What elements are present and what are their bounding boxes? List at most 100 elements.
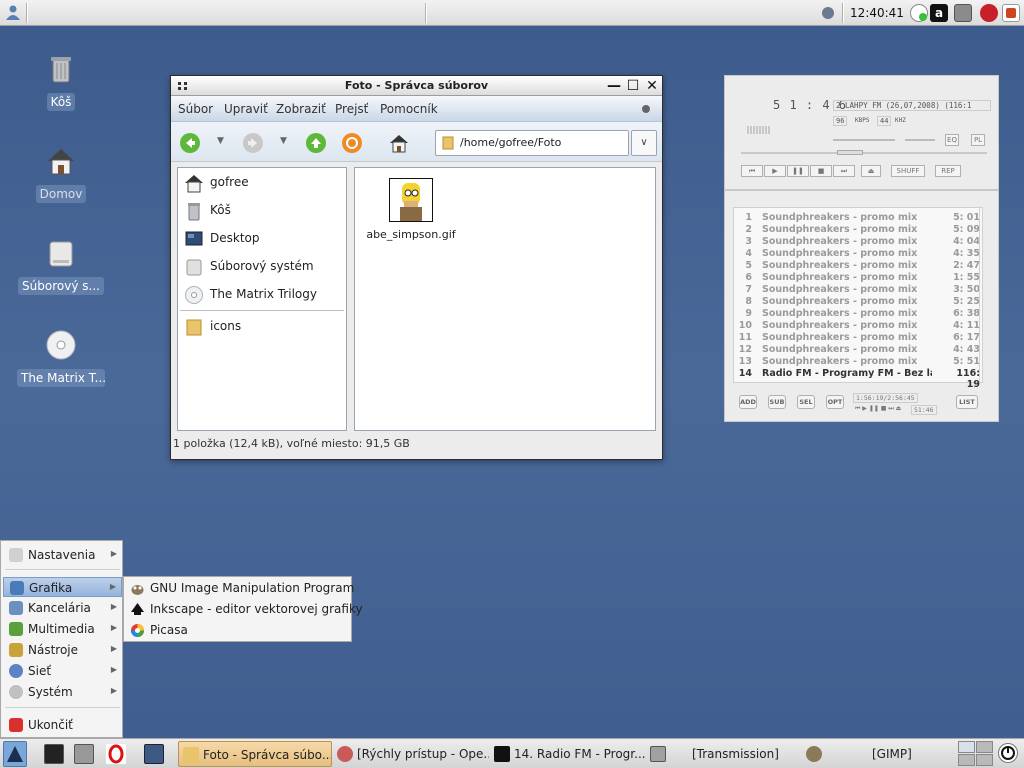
sidebar-item-filesystem[interactable]: Súborový systém	[182, 254, 342, 278]
balance-slider[interactable]	[905, 139, 935, 141]
task-opera[interactable]: [Rýchly prístup - Ope...	[333, 741, 489, 767]
playlist-sel-button[interactable]: SEL	[797, 395, 815, 409]
up-icon[interactable]	[305, 132, 327, 154]
next-button[interactable]: ⏭	[833, 165, 855, 177]
menu-file[interactable]: Súbor	[178, 102, 213, 116]
file-item[interactable]: abe_simpson.gif	[361, 178, 461, 241]
task-audacious[interactable]: 14. Radio FM - Progr...	[490, 741, 645, 767]
menu-item-picasa[interactable]: Picasa	[126, 620, 351, 640]
list-item[interactable]: 13 Soundphreakers - promo mix 5: 51	[734, 356, 984, 368]
playlist-toggle-button[interactable]: PL	[971, 134, 985, 146]
menu-item-multimedia[interactable]: Multimedia ▶	[3, 619, 122, 639]
mail-tray-icon[interactable]	[1002, 4, 1020, 22]
list-item[interactable]: 3 Soundphreakers - promo mix 4: 04	[734, 236, 984, 248]
notification-tray-icon[interactable]	[910, 4, 928, 22]
stop-button[interactable]: ■	[810, 165, 832, 177]
seek-bar[interactable]	[741, 150, 987, 155]
reload-icon[interactable]	[341, 132, 363, 154]
clock[interactable]: 12:40:41	[848, 4, 906, 22]
menu-item-logout[interactable]: Ukončiť	[3, 715, 122, 735]
list-item[interactable]: 1 Soundphreakers - promo mix 5: 01	[734, 212, 984, 224]
forward-icon[interactable]	[242, 132, 264, 154]
desktop-icon-cd[interactable]: The Matrix T...	[16, 328, 106, 390]
workspace-pager[interactable]	[958, 741, 994, 767]
menu-go[interactable]: Prejsť	[335, 102, 368, 116]
volume-slider[interactable]	[833, 139, 895, 141]
transmission-tray-icon[interactable]	[954, 4, 972, 22]
minimize-button[interactable]: —	[606, 78, 622, 94]
list-item-current[interactable]: 14 Radio FM - Programy FM - Bez la... 116:…	[734, 368, 984, 390]
list-item[interactable]: 8 Soundphreakers - promo mix 5: 25	[734, 296, 984, 308]
workspace-4[interactable]	[976, 754, 993, 766]
play-button[interactable]: ▶	[764, 165, 786, 177]
repeat-button[interactable]: REP	[935, 165, 961, 177]
eject-button[interactable]: ⏏	[861, 165, 881, 177]
menu-item-settings[interactable]: Nastavenia ▶	[3, 545, 122, 565]
maximize-button[interactable]: ☐	[625, 78, 641, 94]
sidebar-item-gofree[interactable]: gofree	[182, 170, 342, 194]
system-icon	[9, 685, 23, 699]
location-field[interactable]: /home/gofree/Foto	[435, 130, 629, 156]
list-item[interactable]: 2 Soundphreakers - promo mix 5: 09	[734, 224, 984, 236]
equalizer-button[interactable]: EQ	[945, 134, 959, 146]
updater-tray-icon[interactable]	[980, 4, 998, 22]
list-item[interactable]: 5 Soundphreakers - promo mix 2: 47	[734, 260, 984, 272]
window-menu-icon[interactable]	[177, 80, 189, 92]
playlist-mini-controls[interactable]: ⏮ ▶ ❚❚ ■ ⏭ ⏏	[855, 405, 901, 413]
playlist-sub-button[interactable]: SUB	[768, 395, 786, 409]
pause-button[interactable]: ❚❚	[787, 165, 809, 177]
list-item[interactable]: 12 Soundphreakers - promo mix 4: 43	[734, 344, 984, 356]
menu-item-gimp[interactable]: GNU Image Manipulation Program	[126, 578, 354, 598]
power-button[interactable]	[998, 743, 1018, 763]
list-item[interactable]: 7 Soundphreakers - promo mix 3: 50	[734, 284, 984, 296]
menu-help[interactable]: Pomocník	[380, 102, 438, 116]
back-icon[interactable]	[179, 132, 201, 154]
menu-item-network[interactable]: Sieť ▶	[3, 661, 122, 681]
network-tray-icon[interactable]	[822, 7, 834, 19]
menu-item-inkscape[interactable]: Inkscape - editor vektorovej grafiky	[126, 599, 363, 619]
workspace-3[interactable]	[958, 754, 975, 766]
network-launcher-icon[interactable]	[74, 744, 94, 764]
audacious-tray-icon[interactable]: a	[930, 4, 948, 22]
desktop-icon-filesystem[interactable]: Súborový s...	[16, 236, 106, 298]
task-gimp[interactable]: [GIMP]	[802, 741, 952, 767]
task-transmission[interactable]: [Transmission]	[646, 741, 801, 767]
playlist-add-button[interactable]: ADD	[739, 395, 757, 409]
forward-history-arrow-icon[interactable]: ▼	[280, 136, 287, 146]
sidebar-item-icons[interactable]: icons	[182, 314, 342, 338]
desktop-icon-trash[interactable]: Kôš	[16, 52, 106, 114]
workspace-2[interactable]	[976, 741, 993, 753]
previous-button[interactable]: ⏮	[741, 165, 763, 177]
menu-item-tools[interactable]: Nástroje ▶	[3, 640, 122, 660]
window-titlebar[interactable]: Foto - Správca súborov — ☐ ✕	[171, 76, 662, 96]
menu-item-graphics[interactable]: Grafika ▶	[3, 577, 122, 597]
terminal-launcher-icon[interactable]	[44, 744, 64, 764]
desktop-launcher-icon[interactable]	[144, 744, 164, 764]
back-history-arrow-icon[interactable]: ▼	[217, 136, 224, 146]
playlist-opt-button[interactable]: OPT	[826, 395, 844, 409]
list-item[interactable]: 6 Soundphreakers - promo mix 1: 55	[734, 272, 984, 284]
playlist-list-button[interactable]: LIST	[956, 395, 978, 409]
sidebar-item-trash[interactable]: Kôš	[182, 198, 342, 222]
sidebar-item-matrix[interactable]: The Matrix Trilogy	[182, 282, 342, 306]
sidebar-item-desktop[interactable]: Desktop	[182, 226, 342, 250]
start-menu-button[interactable]	[3, 741, 27, 767]
menu-launcher-icon[interactable]	[4, 4, 22, 22]
close-button[interactable]: ✕	[644, 78, 660, 94]
shuffle-button[interactable]: SHUFF	[891, 165, 925, 177]
menu-item-office[interactable]: Kancelária ▶	[3, 598, 122, 618]
desktop-icon-home[interactable]: Domov	[16, 144, 106, 206]
menu-view[interactable]: Zobraziť	[276, 102, 326, 116]
list-item[interactable]: 11 Soundphreakers - promo mix 6: 17	[734, 332, 984, 344]
location-dropdown-button[interactable]: ∨	[631, 130, 657, 156]
home-icon[interactable]	[388, 132, 410, 154]
list-item[interactable]: 10 Soundphreakers - promo mix 4: 11	[734, 320, 984, 332]
menu-item-system[interactable]: Systém ▶	[3, 682, 122, 702]
list-item[interactable]: 9 Soundphreakers - promo mix 6: 38	[734, 308, 984, 320]
task-file-manager[interactable]: Foto - Správca súbo...	[178, 741, 332, 767]
workspace-1[interactable]	[958, 741, 975, 753]
list-item[interactable]: 4 Soundphreakers - promo mix 4: 35	[734, 248, 984, 260]
playlist-scrollbar[interactable]	[979, 207, 985, 383]
opera-launcher-icon[interactable]	[106, 744, 126, 764]
menu-edit[interactable]: Upraviť	[224, 102, 268, 116]
